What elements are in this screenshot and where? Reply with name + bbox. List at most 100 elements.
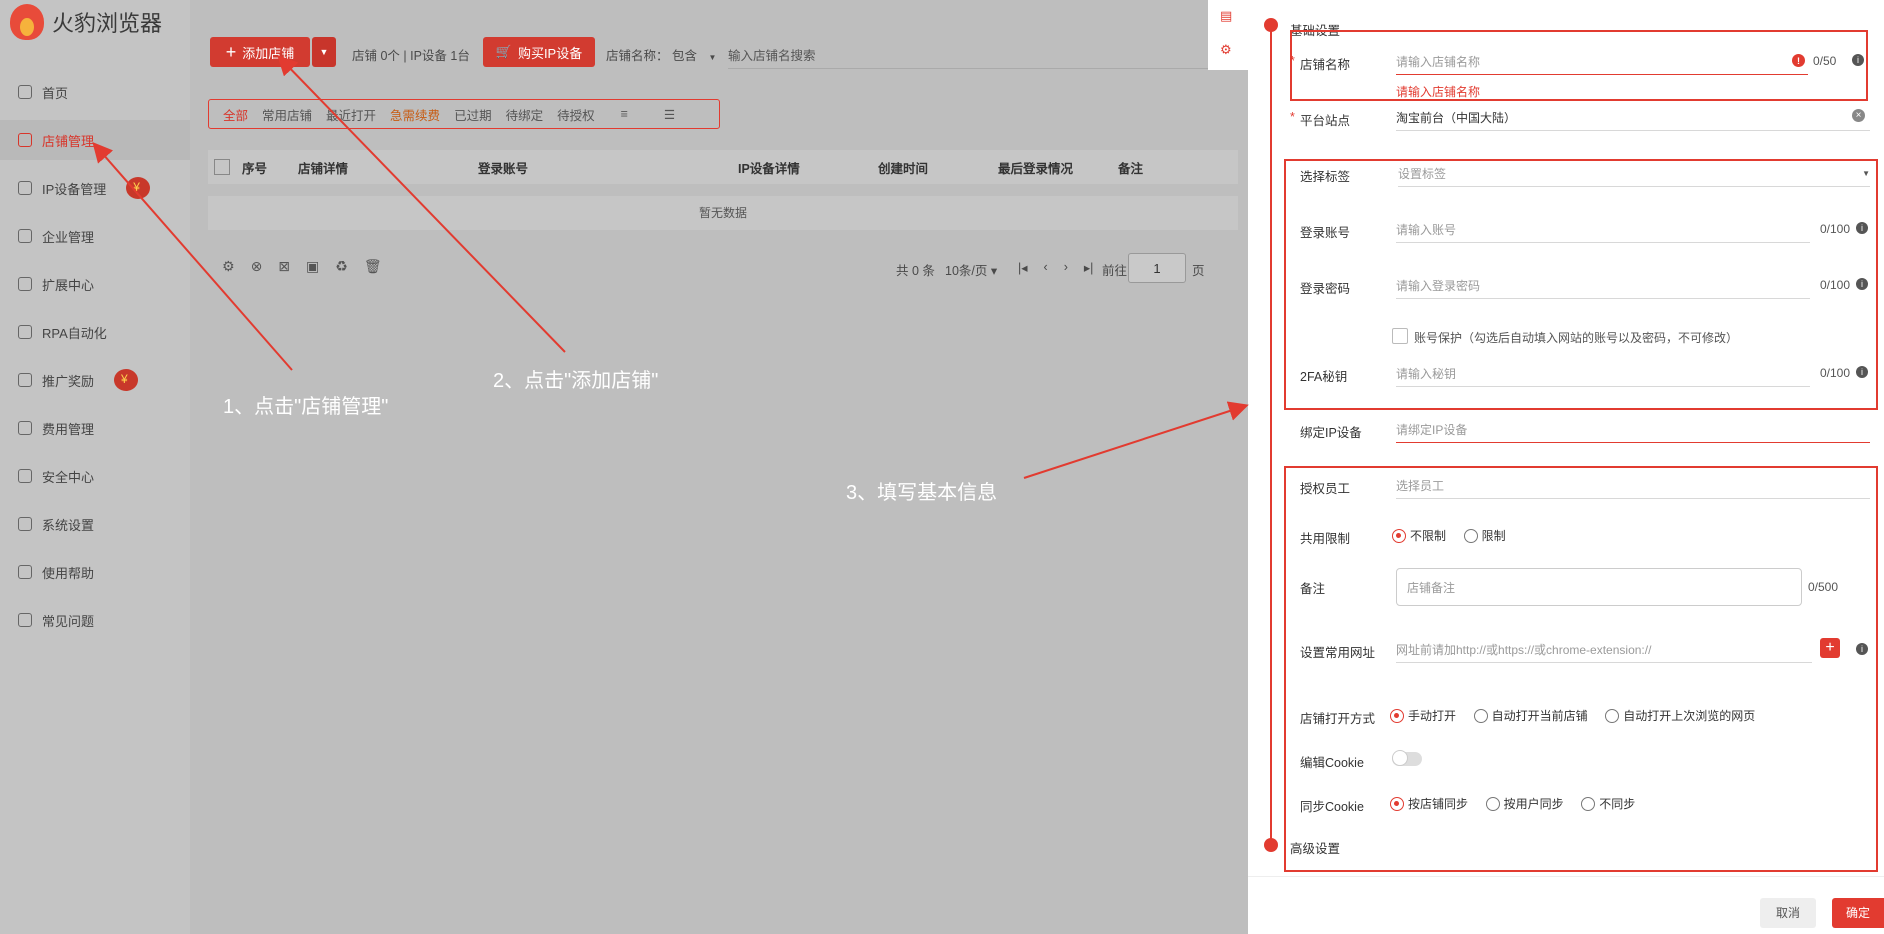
platform-label: 平台站点 [1290, 110, 1350, 129]
sidebar-item-extensions[interactable]: 扩展中心 [0, 264, 190, 304]
store-name-input[interactable]: 请输入店铺名称 [1396, 48, 1808, 75]
info-icon[interactable]: i [1856, 278, 1868, 290]
sync-cookie-label: 同步Cookie [1300, 800, 1364, 814]
info-icon[interactable]: i [1856, 222, 1868, 234]
store-search-input[interactable]: 输入店铺名搜索 [728, 45, 1228, 69]
first-page-icon[interactable]: |◂ [1018, 260, 1028, 275]
col-last-login[interactable]: 最后登录情况 [998, 158, 1118, 177]
sidebar-item-rpa[interactable]: RPA自动化 [0, 312, 190, 352]
sync-none-radio[interactable] [1581, 796, 1596, 811]
tags-select[interactable]: 设置标签 ▼ [1398, 160, 1870, 187]
filter-tab-favorite[interactable]: 常用店铺 [262, 105, 312, 124]
window-icon[interactable]: ▣ [306, 258, 319, 275]
remark-textarea[interactable]: 店铺备注 [1396, 568, 1802, 606]
cancel-button[interactable]: 取消 [1760, 898, 1816, 928]
twofa-count: 0/100 [1820, 366, 1851, 380]
store-stats: 店铺 0个 | IP设备 1台 [352, 49, 470, 63]
confirm-button[interactable]: 确定 [1832, 898, 1884, 928]
prev-page-icon[interactable]: ‹ [1044, 260, 1048, 275]
app-logo: 火豹浏览器 [10, 4, 162, 40]
add-store-button[interactable]: + 添加店铺 [210, 37, 310, 67]
billing-icon [18, 421, 32, 435]
edit-cookie-toggle[interactable] [1392, 750, 1422, 766]
sidebar-item-store-management[interactable]: 店铺管理 [0, 120, 190, 160]
col-created[interactable]: 创建时间 [878, 158, 998, 177]
sync-by-user-radio[interactable] [1485, 796, 1500, 811]
account-input[interactable]: 请输入账号 [1396, 216, 1810, 243]
name-filter-select[interactable]: 包含 ▼ [672, 45, 716, 64]
password-input[interactable]: 请输入登录密码 [1396, 272, 1810, 299]
select-all-checkbox[interactable] [214, 159, 230, 175]
gear-icon[interactable]: ⚙ [1220, 42, 1232, 58]
sync-by-store-radio[interactable] [1390, 796, 1404, 811]
pager-controls: |◂ ‹ › ▸| [1018, 260, 1093, 275]
filter-tab-unbound[interactable]: 待绑定 [506, 105, 544, 124]
sidebar-item-faq[interactable]: 常见问题 [0, 600, 190, 640]
add-url-button[interactable]: + [1820, 638, 1840, 658]
trash-icon[interactable]: 🗑 [364, 258, 382, 275]
info-icon[interactable]: i [1856, 643, 1868, 655]
sidebar-item-billing[interactable]: 费用管理 [0, 408, 190, 448]
twofa-label: 2FA秘钥 [1300, 370, 1348, 384]
url-input[interactable]: 网址前请加http://或https://或chrome-extension:/… [1396, 636, 1812, 663]
filter-tab-all[interactable]: 全部 [223, 105, 248, 124]
account-protect-checkbox[interactable] [1392, 328, 1408, 344]
share-unlimited-radio[interactable] [1392, 528, 1406, 543]
plus-icon: + [225, 41, 237, 62]
timeline-dot-advanced [1264, 838, 1278, 852]
bind-ip-label: 绑定IP设备 [1300, 426, 1362, 440]
chevron-down-icon: ▼ [1862, 168, 1870, 178]
col-store-detail: 店铺详情 [298, 161, 349, 176]
robot-icon [18, 325, 32, 339]
remark-label: 备注 [1300, 582, 1326, 596]
last-page-icon[interactable]: ▸| [1084, 260, 1094, 275]
open-auto-current-radio[interactable] [1473, 708, 1488, 723]
table-header: 序号 店铺详情 登录账号 IP设备详情 创建时间 最后登录情况 备注 [208, 150, 1238, 184]
recycle-icon[interactable]: ♻ [335, 258, 348, 275]
sidebar-item-home[interactable]: 首页 [0, 72, 190, 112]
store-name-label: 店铺名称 [1290, 54, 1350, 73]
sidebar-item-help[interactable]: 使用帮助 [0, 552, 190, 592]
sidebar-item-security[interactable]: 安全中心 [0, 456, 190, 496]
clear-icon[interactable]: × [1852, 109, 1865, 122]
info-icon[interactable]: i [1852, 54, 1864, 66]
close-box-icon[interactable]: ⊠ [278, 258, 290, 275]
settings-icon[interactable]: ⚙ [222, 258, 235, 275]
next-page-icon[interactable]: › [1064, 260, 1068, 275]
filter-tab-expired[interactable]: 已过期 [454, 105, 492, 124]
platform-select[interactable]: 淘宝前台（中国大陆） [1396, 104, 1870, 131]
empty-state: 暂无数据 [208, 196, 1238, 230]
info-icon[interactable]: i [1856, 366, 1868, 378]
sidebar-item-ip-devices[interactable]: IP设备管理 [0, 168, 190, 208]
buy-ip-button[interactable]: 🛒 购买IP设备 [483, 37, 595, 67]
filter-tab-renew[interactable]: 急需续费 [390, 105, 440, 124]
annotation-step2: 2、点击"添加店铺" [493, 370, 659, 392]
columns-icon[interactable]: ☰ [664, 107, 675, 122]
filter-tab-recent[interactable]: 最近打开 [326, 105, 376, 124]
share-limited-radio[interactable] [1463, 528, 1478, 543]
tags-label: 选择标签 [1300, 170, 1351, 184]
open-auto-last-radio[interactable] [1605, 708, 1620, 723]
section-timeline [1270, 24, 1272, 848]
staff-select[interactable]: 选择员工 [1396, 472, 1870, 499]
open-manual-radio[interactable] [1390, 708, 1404, 723]
sync-cookie-radio-group: 按店铺同步 按用户同步 不同步 [1390, 795, 1649, 812]
page-size-select[interactable]: 10条/页 ▾ [945, 260, 997, 279]
filter-tab-unauthorized[interactable]: 待授权 [557, 105, 595, 124]
message-icon[interactable]: ▤ [1220, 8, 1232, 24]
home-icon [18, 85, 32, 99]
sidebar-item-referral[interactable]: 推广奖励 [0, 360, 190, 400]
close-circle-icon[interactable]: ⊗ [251, 258, 263, 275]
share-radio-group: 不限制 限制 [1392, 527, 1520, 544]
add-store-dropdown[interactable]: ▼ [312, 37, 336, 67]
cart-icon: 🛒 [495, 44, 512, 59]
store-name-count: 0/50 [1813, 54, 1837, 68]
twofa-input[interactable]: 请输入秘钥 [1396, 360, 1810, 387]
sort-icon[interactable]: ≡ [621, 107, 628, 121]
col-index[interactable]: 序号 [242, 158, 298, 177]
sidebar-item-enterprise[interactable]: 企业管理 [0, 216, 190, 256]
col-ip-detail: IP设备详情 [738, 161, 800, 176]
sidebar-item-settings[interactable]: 系统设置 [0, 504, 190, 544]
bind-ip-input[interactable]: 请绑定IP设备 [1396, 416, 1870, 443]
page-number-input[interactable]: 1 [1128, 253, 1186, 283]
